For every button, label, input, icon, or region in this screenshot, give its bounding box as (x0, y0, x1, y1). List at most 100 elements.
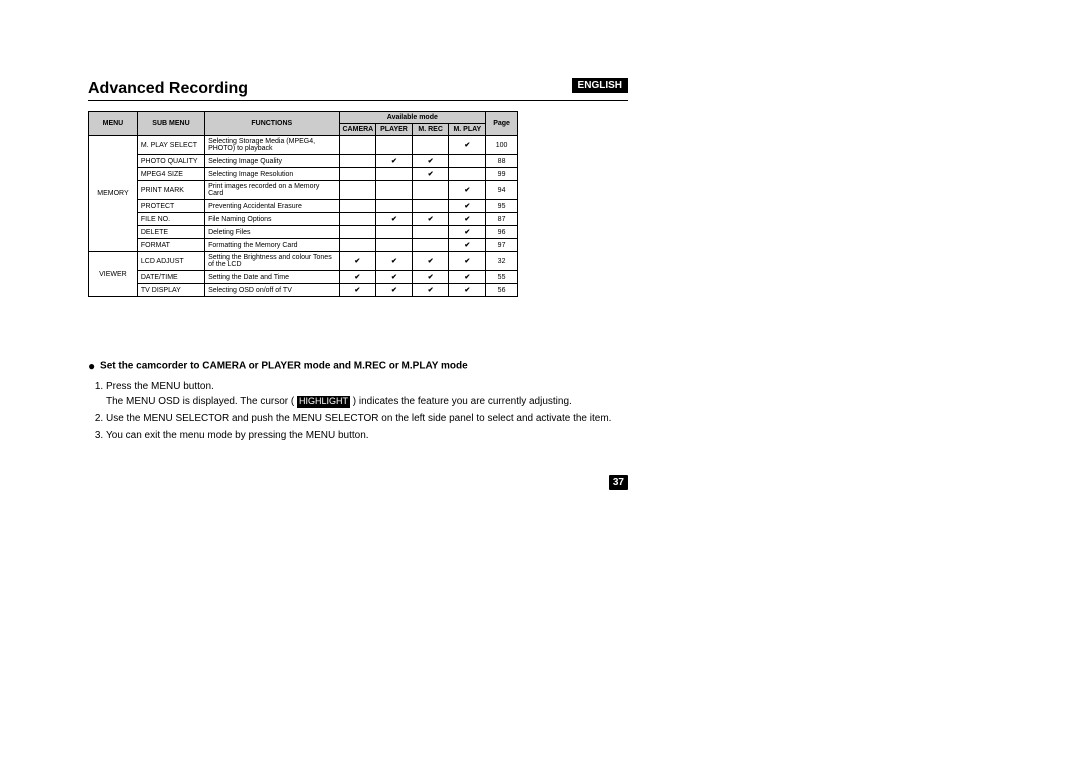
submenu-cell: DELETE (137, 226, 204, 239)
th-functions: FUNCTIONS (205, 112, 339, 136)
function-cell: Selecting Storage Media (MPEG4, PHOTO) t… (205, 136, 339, 155)
bullet-icon: ● (88, 359, 95, 373)
page-cell: 99 (486, 168, 518, 181)
submenu-cell: PROTECT (137, 200, 204, 213)
step-1b-post: ) indicates the feature you are currentl… (350, 396, 572, 407)
table-row: DELETEDeleting Files ✔96 (89, 226, 518, 239)
page-cell: 97 (486, 239, 518, 252)
mode-cell: ✔ (449, 200, 486, 213)
mode-cell (339, 136, 376, 155)
function-cell: Formatting the Memory Card (205, 239, 339, 252)
settings-table: MENU SUB MENU FUNCTIONS Available mode P… (88, 111, 518, 297)
submenu-cell: FORMAT (137, 239, 204, 252)
th-available-mode: Available mode (339, 112, 486, 124)
function-cell: Preventing Accidental Erasure (205, 200, 339, 213)
submenu-cell: LCD ADJUST (137, 252, 204, 271)
th-camera: CAMERA (339, 124, 376, 136)
th-page: Page (486, 112, 518, 136)
function-cell: Selecting Image Quality (205, 155, 339, 168)
function-cell: Selecting OSD on/off of TV (205, 284, 339, 297)
function-cell: Setting the Brightness and colour Tones … (205, 252, 339, 271)
mode-cell (376, 136, 413, 155)
submenu-cell: TV DISPLAY (137, 284, 204, 297)
menu-cell: MEMORY (89, 136, 138, 252)
mode-cell: ✔ (449, 136, 486, 155)
mode-cell: ✔ (412, 168, 449, 181)
mode-cell: ✔ (412, 252, 449, 271)
submenu-cell: MPEG4 SIZE (137, 168, 204, 181)
page-cell: 56 (486, 284, 518, 297)
step-1: Press the MENU button. The MENU OSD is d… (106, 379, 628, 409)
page-number-badge: 37 (609, 475, 628, 490)
mode-cell: ✔ (449, 239, 486, 252)
mode-cell: ✔ (376, 284, 413, 297)
mode-cell (339, 155, 376, 168)
function-cell: Print images recorded on a Memory Card (205, 181, 339, 200)
mode-cell: ✔ (339, 252, 376, 271)
mode-cell: ✔ (412, 155, 449, 168)
mode-cell (376, 239, 413, 252)
table-row: PHOTO QUALITYSelecting Image Quality ✔✔ 88 (89, 155, 518, 168)
page-cell: 87 (486, 213, 518, 226)
mode-cell (339, 181, 376, 200)
table-row: PRINT MARKPrint images recorded on a Mem… (89, 181, 518, 200)
mode-cell: ✔ (376, 252, 413, 271)
step-1-text: Press the MENU button. (106, 381, 214, 392)
mode-cell (376, 226, 413, 239)
mode-cell: ✔ (412, 271, 449, 284)
table-row: TV DISPLAYSelecting OSD on/off of TV✔✔✔✔… (89, 284, 518, 297)
function-cell: File Naming Options (205, 213, 339, 226)
table-row: VIEWERLCD ADJUSTSetting the Brightness a… (89, 252, 518, 271)
page-cell: 100 (486, 136, 518, 155)
highlight-box: HIGHLIGHT (297, 396, 350, 408)
mode-cell: ✔ (449, 252, 486, 271)
submenu-cell: FILE NO. (137, 213, 204, 226)
table-row: FORMATFormatting the Memory Card ✔97 (89, 239, 518, 252)
table-row: FILE NO.File Naming Options✔✔✔87 (89, 213, 518, 226)
mode-cell (339, 239, 376, 252)
table-row: MEMORYM. PLAY SELECTSelecting Storage Me… (89, 136, 518, 155)
th-player: PLAYER (376, 124, 413, 136)
th-mplay: M. PLAY (449, 124, 486, 136)
mode-cell: ✔ (376, 155, 413, 168)
page-cell: 96 (486, 226, 518, 239)
mode-cell (412, 239, 449, 252)
mode-cell: ✔ (339, 271, 376, 284)
mode-cell: ✔ (449, 181, 486, 200)
page-cell: 94 (486, 181, 518, 200)
mode-cell (339, 168, 376, 181)
mode-cell (412, 226, 449, 239)
mode-cell: ✔ (376, 213, 413, 226)
page-cell: 95 (486, 200, 518, 213)
instruction-heading: ● Set the camcorder to CAMERA or PLAYER … (88, 357, 628, 375)
mode-cell (339, 226, 376, 239)
mode-cell (339, 200, 376, 213)
page-cell: 88 (486, 155, 518, 168)
mode-cell: ✔ (412, 284, 449, 297)
mode-cell (412, 136, 449, 155)
title-underline (88, 100, 628, 101)
function-cell: Selecting Image Resolution (205, 168, 339, 181)
function-cell: Deleting Files (205, 226, 339, 239)
step-2: Use the MENU SELECTOR and push the MENU … (106, 411, 628, 426)
page-cell: 55 (486, 271, 518, 284)
function-cell: Setting the Date and Time (205, 271, 339, 284)
mode-cell: ✔ (449, 271, 486, 284)
submenu-cell: PHOTO QUALITY (137, 155, 204, 168)
mode-cell (376, 168, 413, 181)
mode-cell: ✔ (339, 284, 376, 297)
page-cell: 32 (486, 252, 518, 271)
mode-cell: ✔ (449, 284, 486, 297)
mode-cell: ✔ (449, 226, 486, 239)
step-3: You can exit the menu mode by pressing t… (106, 428, 628, 443)
mode-cell: ✔ (412, 213, 449, 226)
th-mrec: M. REC (412, 124, 449, 136)
mode-cell (376, 181, 413, 200)
mode-cell (339, 213, 376, 226)
section-title: Advanced Recording (88, 80, 628, 98)
instruction-heading-text: Set the camcorder to CAMERA or PLAYER mo… (100, 361, 468, 372)
instructions: ● Set the camcorder to CAMERA or PLAYER … (88, 357, 628, 443)
step-1b-pre: The MENU OSD is displayed. The cursor ( (106, 396, 297, 407)
mode-cell (449, 155, 486, 168)
mode-cell (412, 181, 449, 200)
